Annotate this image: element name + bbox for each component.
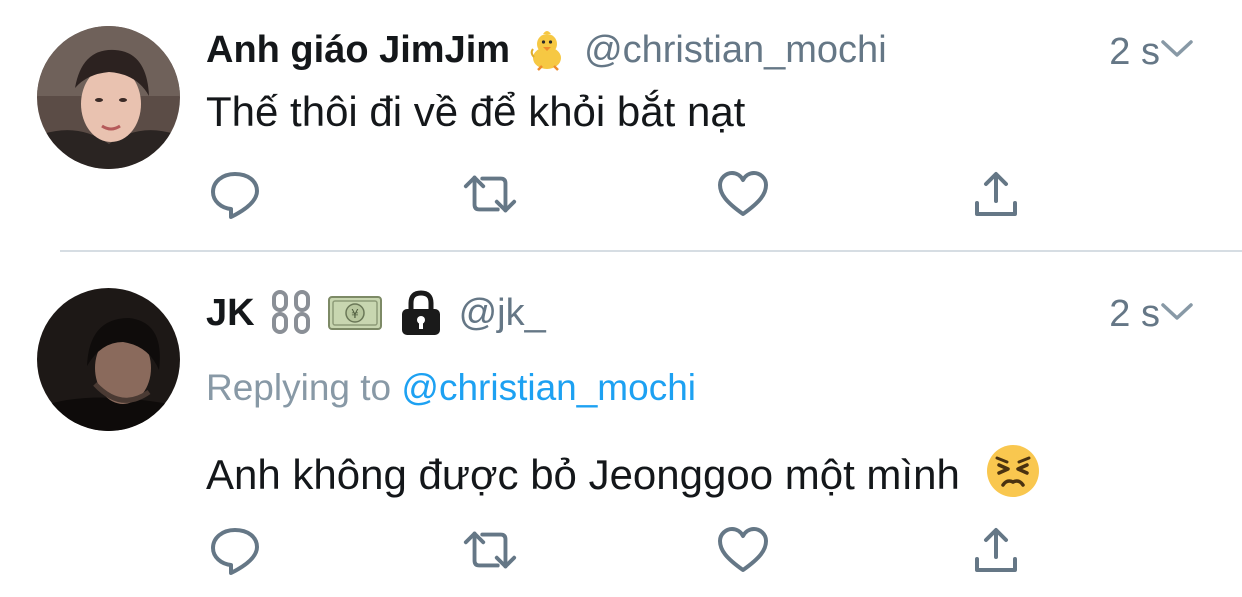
tweet-1[interactable]: Anh giáo JimJim @christian_mochi 2 s Thế…: [0, 0, 1242, 250]
tweet-text-row: Anh không được bỏ Jeonggoo một mình: [206, 443, 1041, 509]
retweet-icon: [463, 175, 517, 213]
tweet-text: Anh không được bỏ Jeonggoo một mình: [206, 451, 960, 498]
persevering-face-icon: [985, 443, 1041, 509]
tweet-2[interactable]: JK ¥ @jk_ 2 s Replying to @christian_moc…: [0, 251, 1242, 597]
reply-icon: [211, 528, 259, 575]
replying-to-handle[interactable]: @christian_mochi: [401, 367, 696, 408]
chevron-down-icon[interactable]: [1160, 301, 1194, 328]
avatar-image: [37, 26, 180, 169]
chevron-down-icon[interactable]: [1160, 38, 1194, 65]
share-button[interactable]: [967, 524, 1025, 576]
display-name[interactable]: Anh giáo JimJim: [206, 29, 510, 72]
tweet-header: JK ¥ @jk_: [206, 288, 1182, 338]
replying-to: Replying to @christian_mochi: [206, 367, 696, 409]
reply-icon: [211, 172, 259, 219]
user-handle[interactable]: @jk_: [459, 292, 546, 335]
svg-text:¥: ¥: [351, 307, 359, 321]
avatar-tweet-2[interactable]: [37, 288, 180, 431]
share-icon: [975, 172, 1017, 216]
display-name[interactable]: JK: [206, 292, 255, 335]
like-icon: [718, 527, 768, 572]
reply-button[interactable]: [206, 168, 264, 220]
retweet-icon: [463, 531, 517, 569]
avatar-image: [37, 288, 180, 431]
share-icon: [975, 528, 1017, 572]
chains-icon: [269, 289, 313, 337]
retweet-button[interactable]: [461, 524, 519, 576]
avatar-tweet-1[interactable]: [37, 26, 180, 169]
tweet-text: Thế thôi đi về để khỏi bắt nạt: [206, 88, 746, 135]
like-button[interactable]: [714, 168, 772, 220]
tweet-header: Anh giáo JimJim @christian_mochi: [206, 25, 1182, 75]
tweet-actions: [206, 524, 1036, 576]
like-button[interactable]: [714, 524, 772, 576]
retweet-button[interactable]: [461, 168, 519, 220]
like-icon: [718, 171, 768, 216]
timestamp[interactable]: 2 s: [1109, 31, 1160, 74]
baby-chick-icon: [524, 27, 570, 73]
user-handle[interactable]: @christian_mochi: [584, 29, 887, 72]
timestamp[interactable]: 2 s: [1109, 293, 1160, 336]
tweet-actions: [206, 168, 1036, 220]
share-button[interactable]: [967, 168, 1025, 220]
reply-button[interactable]: [206, 524, 264, 576]
replying-to-label: Replying to: [206, 367, 392, 408]
money-bill-icon: ¥: [327, 293, 383, 333]
lock-icon: [397, 289, 445, 337]
